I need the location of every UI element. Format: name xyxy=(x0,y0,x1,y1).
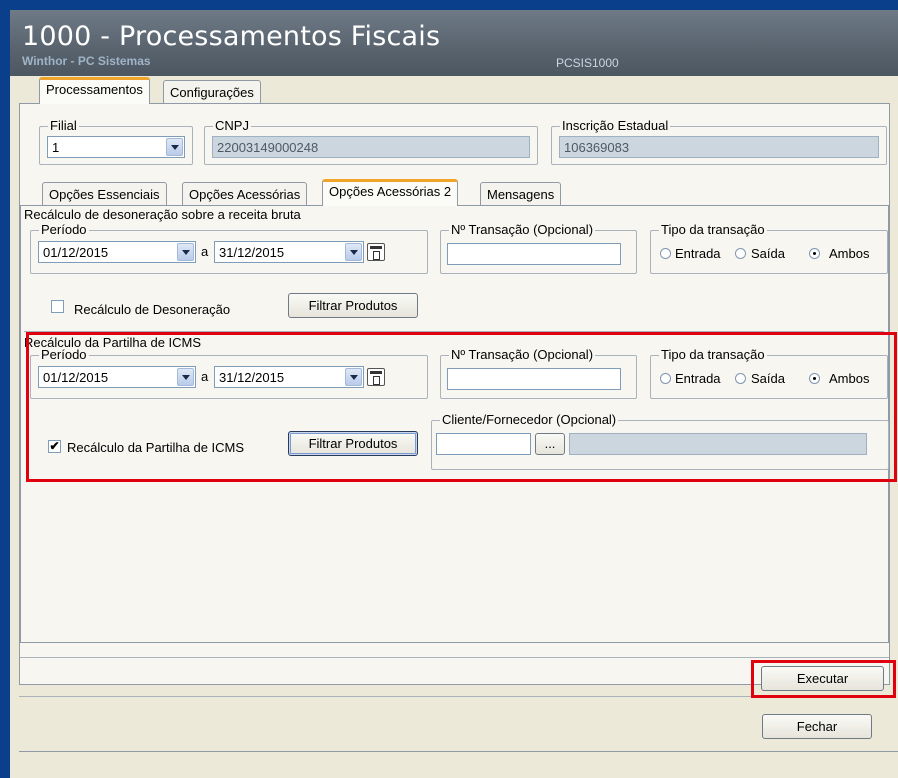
tab-opcoes-acessorias-2[interactable]: Opções Acessórias 2 xyxy=(322,179,459,206)
section1-tipo-group: Tipo da transação Entrada Saída Ambos xyxy=(650,222,888,274)
section1-a-label: a xyxy=(201,244,209,259)
section1-date-to[interactable]: 31/12/2015 xyxy=(214,241,364,263)
tab-configuracoes-label: Configurações xyxy=(170,85,254,100)
section1-entrada-label: Entrada xyxy=(675,246,721,261)
highlight-partilha-section xyxy=(26,332,897,482)
tab-configuracoes[interactable]: Configurações xyxy=(163,80,261,104)
section1-date-from[interactable]: 01/12/2015 xyxy=(38,241,196,263)
tab-opcoes-essenciais-label: Opções Essenciais xyxy=(49,187,160,202)
section1-filtrar-produtos-button[interactable]: Filtrar Produtos xyxy=(288,293,418,318)
ie-field: 106369083 xyxy=(559,136,879,158)
cnpj-field: 22003149000248 xyxy=(212,136,530,158)
tab-mensagens-label: Mensagens xyxy=(487,187,555,202)
filial-legend: Filial xyxy=(48,118,79,133)
section1-transacao-input[interactable] xyxy=(447,243,621,265)
section1-ambos-label: Ambos xyxy=(829,246,870,261)
chevron-down-icon[interactable] xyxy=(177,243,194,261)
window-frame-left xyxy=(0,0,10,778)
section1-radio-entrada[interactable] xyxy=(660,248,671,259)
cnpj-group: CNPJ 22003149000248 xyxy=(204,118,538,165)
filial-value: 1 xyxy=(52,140,60,155)
section1-tipo-legend: Tipo da transação xyxy=(659,222,767,237)
ie-group: Inscrição Estadual 106369083 xyxy=(551,118,887,165)
ie-legend: Inscrição Estadual xyxy=(560,118,671,133)
highlight-executar-button xyxy=(751,660,896,698)
chevron-down-icon[interactable] xyxy=(345,243,362,261)
fechar-label: Fechar xyxy=(796,719,838,734)
tab-processamentos[interactable]: Processamentos xyxy=(39,77,150,104)
section1-saida-label: Saída xyxy=(751,246,785,261)
tab-opcoes-acessorias[interactable]: Opções Acessórias xyxy=(182,182,308,206)
status-bar xyxy=(19,751,898,778)
tab-opcoes-acessorias-label: Opções Acessórias xyxy=(189,187,301,202)
app-title: 1000 - Processamentos Fiscais xyxy=(22,21,441,52)
fechar-button[interactable]: Fechar xyxy=(762,714,872,739)
program-code: PCSIS1000 xyxy=(556,56,619,70)
tab-processamentos-label: Processamentos xyxy=(46,82,143,97)
section1-transacao-legend: Nº Transação (Opcional) xyxy=(449,222,596,237)
section1-checkbox[interactable] xyxy=(51,300,64,313)
section1-periodo-legend: Período xyxy=(39,222,89,237)
bottom-separator xyxy=(20,657,889,658)
section1-radio-ambos[interactable] xyxy=(809,248,820,259)
window-frame-top xyxy=(0,0,898,10)
filial-select[interactable]: 1 xyxy=(47,136,185,158)
tab-opcoes-acessorias-2-label: Opções Acessórias 2 xyxy=(329,184,452,199)
title-bar: 1000 - Processamentos Fiscais Winthor - … xyxy=(10,10,898,76)
chevron-down-icon[interactable] xyxy=(166,138,183,156)
cnpj-legend: CNPJ xyxy=(213,118,251,133)
section1-title: Recálculo de desoneração sobre a receita… xyxy=(24,207,301,222)
filial-group: Filial 1 xyxy=(39,118,193,165)
tab-mensagens[interactable]: Mensagens xyxy=(480,182,562,206)
calendar-icon[interactable] xyxy=(367,243,385,261)
section1-date-from-value: 01/12/2015 xyxy=(43,245,109,260)
section1-transacao-group: Nº Transação (Opcional) xyxy=(440,222,637,274)
section1-periodo-group: Período 01/12/2015 a 31/12/2015 xyxy=(30,222,428,274)
section1-date-to-value: 31/12/2015 xyxy=(219,245,285,260)
section1-radio-saida[interactable] xyxy=(735,248,746,259)
section1-checkbox-label: Recálculo de Desoneração xyxy=(74,302,231,317)
app-subtitle: Winthor - PC Sistemas xyxy=(22,54,151,68)
tab-opcoes-essenciais[interactable]: Opções Essenciais xyxy=(42,182,167,206)
